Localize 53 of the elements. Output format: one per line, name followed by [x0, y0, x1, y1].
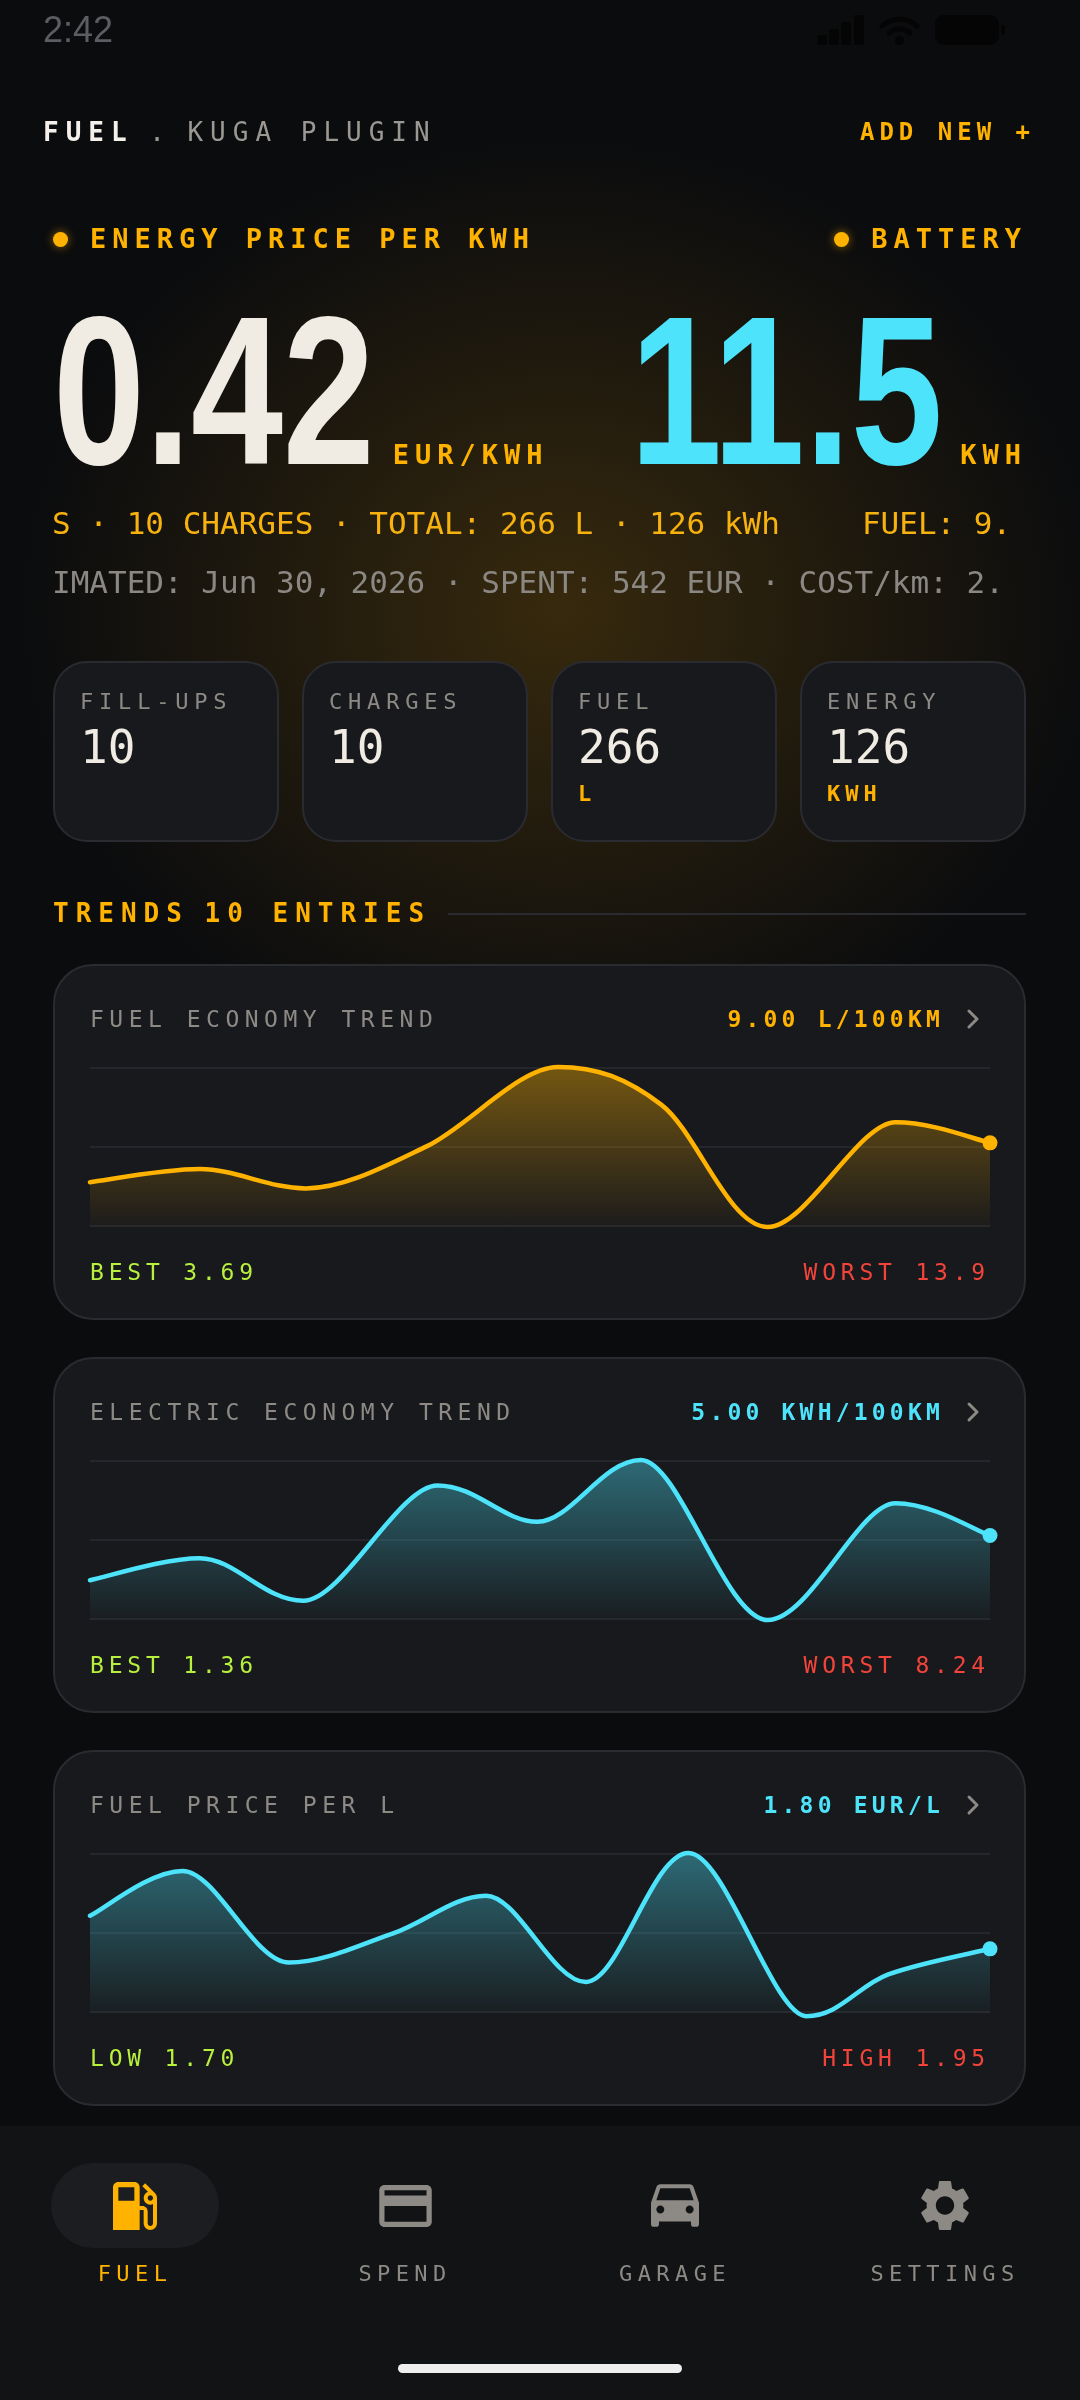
- ticker-text: S · 10 CHARGES · TOTAL: 266 L · 126 kWh: [52, 505, 780, 542]
- nav-tab[interactable]: SETTINGS: [861, 2163, 1029, 2287]
- stat-value: 10: [80, 721, 137, 773]
- worst-value: HIGH 1.95: [822, 2045, 990, 2071]
- stat-value: 10: [329, 721, 386, 773]
- section-title: TRENDS: [53, 898, 189, 929]
- stat-value: 126: [827, 721, 912, 773]
- ticker-text: IMATED: Jun 30, 2026 · SPENT: 542 EUR · COST/km: 2.: [52, 564, 1004, 601]
- status-time: 2:42: [43, 10, 114, 50]
- settings-icon: [921, 2180, 969, 2231]
- credit-card-icon: [378, 2184, 432, 2227]
- chart-title: FUEL PRICE PER L: [90, 1792, 400, 1818]
- best-value: LOW 1.70: [90, 2045, 240, 2071]
- stat-value: 266: [578, 721, 663, 773]
- chevron-right-icon: [966, 1794, 980, 1816]
- worst-value: WORST 13.9: [803, 1259, 990, 1285]
- vehicle-name: KUGA PLUGIN: [187, 117, 437, 147]
- worst-value: WORST 8.24: [803, 1652, 990, 1678]
- app-title: FUEL: [43, 117, 134, 147]
- chevron-right-icon: [966, 1008, 980, 1030]
- nav-tab[interactable]: SPEND: [321, 2163, 489, 2287]
- best-value: BEST 3.69: [90, 1259, 258, 1285]
- trend-card[interactable]: FUEL ECONOMY TREND 9.00 L/100KM BEST 3.69 WORST 13.9: [53, 964, 1026, 1320]
- entry-count: 10 ENTRIES: [204, 898, 432, 929]
- nav-tab[interactable]: GARAGE: [591, 2163, 759, 2287]
- title-separator: .: [149, 117, 172, 147]
- ticker-text: FUEL: 9.: [861, 505, 1012, 542]
- best-value: BEST 1.36: [90, 1652, 258, 1678]
- metric-value: 11.5: [629, 285, 943, 497]
- car-icon: [651, 2184, 699, 2227]
- stat-label: FILL-UPS: [80, 689, 234, 715]
- chart-value: 1.80 EUR/L: [763, 1792, 944, 1818]
- stat-unit: KWH: [827, 781, 883, 807]
- dot-icon: [53, 231, 68, 247]
- stat-unit: L: [578, 781, 598, 807]
- chart-title: FUEL ECONOMY TREND: [90, 1006, 439, 1032]
- chart-value: 9.00 L/100KM: [727, 1006, 944, 1032]
- add-new-button[interactable]: ADD NEW +: [859, 117, 1035, 147]
- trend-card[interactable]: ELECTRIC ECONOMY TREND 5.00 KWH/100KM BEST 1.36 WORST 8.24: [53, 1357, 1026, 1713]
- stat-label: FUEL: [578, 689, 656, 715]
- stat-label: ENERGY: [827, 689, 943, 715]
- chart-title: ELECTRIC ECONOMY TREND: [90, 1399, 516, 1425]
- metric-label: BATTERY: [871, 224, 1027, 254]
- metric-label: ENERGY PRICE PER KWH: [90, 224, 536, 254]
- dot-icon: [834, 231, 850, 247]
- trend-card[interactable]: FUEL PRICE PER L 1.80 EUR/L LOW 1.70 HIGH 1.95: [53, 1750, 1026, 2106]
- metric-unit: EUR/KWH: [392, 438, 549, 472]
- metric-unit: KWH: [960, 438, 1027, 472]
- stat-label: CHARGES: [329, 689, 464, 715]
- fuel-pump-icon: [113, 2181, 157, 2230]
- chart-value: 5.00 KWH/100KM: [691, 1399, 944, 1425]
- metric-value: 0.42: [53, 285, 375, 497]
- chevron-right-icon: [966, 1401, 980, 1423]
